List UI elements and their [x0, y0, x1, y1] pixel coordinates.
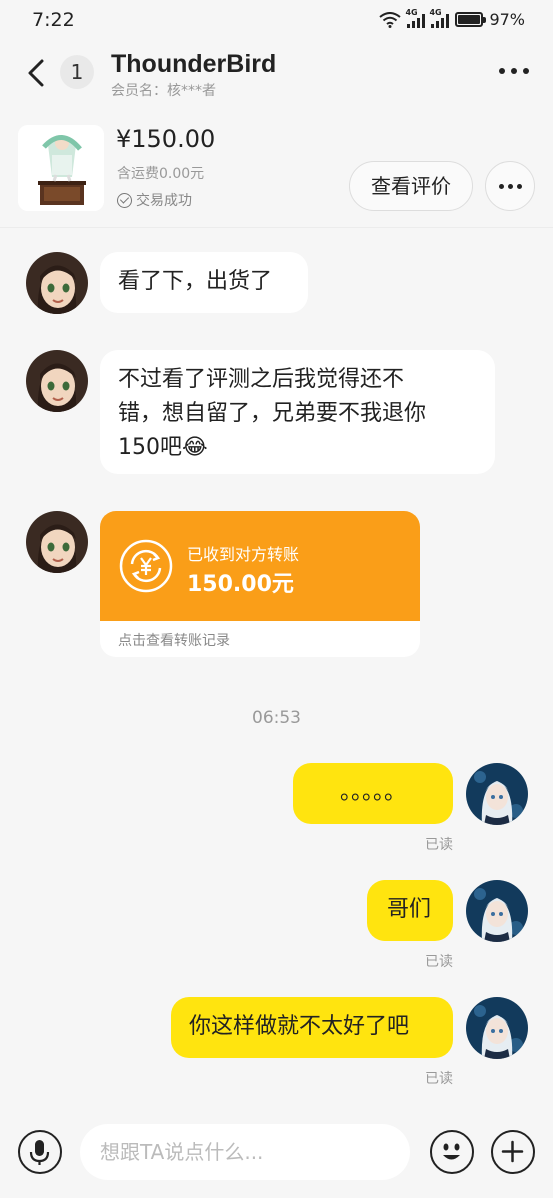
product-card[interactable]: ¥150.00 含运费0.00元 交易成功 查看评价: [0, 115, 553, 228]
laughing-tears-emoji: 😂: [182, 435, 208, 460]
message-line-text: 150吧: [118, 435, 182, 460]
microphone-icon[interactable]: [18, 1130, 62, 1174]
my-avatar[interactable]: [466, 763, 528, 825]
plus-icon[interactable]: [491, 1130, 535, 1174]
message-input[interactable]: [80, 1124, 410, 1180]
contact-avatar[interactable]: [26, 252, 88, 314]
product-more-icon[interactable]: [485, 161, 535, 211]
message-line: 不过看了评测之后我觉得还不: [118, 367, 405, 392]
status-bar: 7:22 4G 4G 97%: [0, 0, 553, 40]
figure-image: [18, 125, 104, 211]
message-bubble-outgoing[interactable]: 你这样做就不太好了吧: [171, 997, 453, 1058]
chat-header: 1 ThounderBird 会员名：核***者: [0, 44, 553, 104]
transfer-card[interactable]: 已收到对方转账 150.00元 点击查看转账记录: [100, 511, 420, 657]
message-bubble-incoming[interactable]: 不过看了评测之后我觉得还不 错，想自留了，兄弟要不我退你 150吧😂: [100, 350, 495, 474]
status-time: 7:22: [32, 9, 75, 31]
contact-avatar-image: [26, 252, 88, 314]
battery-percent: 97%: [489, 10, 525, 29]
transfer-record-link[interactable]: 点击查看转账记录: [118, 630, 230, 650]
transfer-label: 已收到对方转账: [187, 545, 300, 564]
my-avatar-image: [466, 997, 528, 1059]
my-avatar-image: [466, 763, 528, 825]
transfer-card-header: 已收到对方转账 150.00元: [100, 511, 420, 621]
network-type-label-2: 4G: [429, 7, 442, 17]
transfer-amount: 150.00元: [187, 572, 294, 597]
status-icons: 4G 4G 97%: [379, 8, 525, 29]
product-thumbnail[interactable]: [18, 125, 104, 211]
product-price: ¥150.00: [116, 125, 216, 153]
message-bubble-outgoing[interactable]: 哥们: [367, 880, 453, 941]
input-bar: [0, 1120, 553, 1186]
contact-name: ThounderBird: [111, 50, 277, 78]
read-receipt: 已读: [425, 837, 453, 853]
view-review-button[interactable]: 查看评价: [349, 161, 473, 211]
contact-avatar-image: [26, 511, 88, 573]
signal-icon: 4G: [405, 8, 426, 28]
back-arrow-icon[interactable]: [22, 56, 52, 90]
my-avatar[interactable]: [466, 880, 528, 942]
yuan-transfer-icon: [119, 539, 173, 593]
wifi-icon: [379, 11, 402, 28]
my-avatar[interactable]: [466, 997, 528, 1059]
unread-count-badge[interactable]: 1: [60, 55, 94, 89]
battery-icon: [455, 12, 487, 27]
read-receipt: 已读: [425, 954, 453, 970]
more-options-icon[interactable]: [499, 68, 529, 74]
message-line: 错，想自留了，兄弟要不我退你: [118, 401, 427, 426]
deal-status-text: 交易成功: [136, 193, 192, 209]
message-bubble-outgoing[interactable]: 。。。。。: [293, 763, 453, 824]
network-type-label: 4G: [405, 7, 418, 17]
signal-icon-2: 4G: [429, 8, 450, 28]
contact-avatar-image: [26, 350, 88, 412]
deal-status: 交易成功: [117, 190, 192, 210]
check-circle-icon: [117, 192, 132, 208]
message-bubble-incoming[interactable]: 看了下，出货了: [100, 252, 308, 313]
contact-avatar[interactable]: [26, 511, 88, 573]
my-avatar-image: [466, 880, 528, 942]
contact-avatar[interactable]: [26, 350, 88, 412]
chat-timestamp: 06:53: [252, 708, 301, 728]
emoji-icon[interactable]: [430, 1130, 474, 1174]
member-name: 会员名：核***者: [111, 83, 216, 99]
read-receipt: 已读: [425, 1071, 453, 1087]
message-line: 150吧😂: [118, 431, 477, 465]
shipping-fee: 含运费0.00元: [117, 166, 205, 182]
